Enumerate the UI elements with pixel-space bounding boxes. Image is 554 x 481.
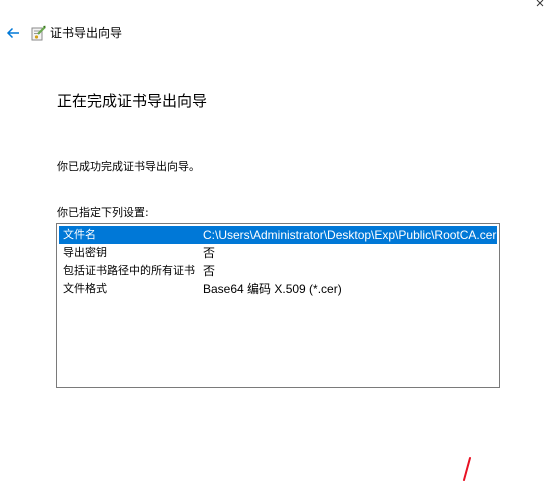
settings-row-file-format[interactable]: 文件格式 Base64 编码 X.509 (*.cer) (59, 280, 497, 298)
setting-name: 导出密钥 (63, 246, 107, 259)
certificate-export-wizard: 证书导出向导 正在完成证书导出向导 你已成功完成证书导出向导。 你已指定下列设置… (0, 0, 554, 481)
setting-name: 包括证书路径中的所有证书 (63, 264, 195, 277)
settings-row-include-path[interactable]: 包括证书路径中的所有证书 否 (59, 262, 497, 280)
settings-list[interactable]: 文件名 C:\Users\Administrator\Desktop\Exp\P… (56, 223, 500, 388)
setting-value: C:\Users\Administrator\Desktop\Exp\Publi… (203, 228, 497, 242)
annotation-mark (463, 457, 471, 481)
settings-label: 你已指定下列设置: (57, 206, 149, 219)
settings-row-file-name[interactable]: 文件名 C:\Users\Administrator\Desktop\Exp\P… (59, 226, 497, 244)
success-message: 你已成功完成证书导出向导。 (57, 160, 200, 173)
back-arrow-icon (6, 27, 19, 39)
certificate-wizard-icon (31, 25, 46, 41)
close-icon[interactable] (534, 0, 548, 14)
setting-value: 否 (203, 246, 216, 260)
back-button[interactable] (4, 24, 22, 42)
settings-row-export-key[interactable]: 导出密钥 否 (59, 244, 497, 262)
window-title: 证书导出向导 (50, 26, 123, 40)
setting-value: Base64 编码 X.509 (*.cer) (203, 282, 342, 296)
setting-name: 文件名 (63, 228, 96, 241)
setting-name: 文件格式 (63, 282, 107, 295)
page-heading: 正在完成证书导出向导 (57, 92, 208, 110)
title-bar: 证书导出向导 (0, 0, 554, 54)
setting-value: 否 (203, 264, 216, 278)
